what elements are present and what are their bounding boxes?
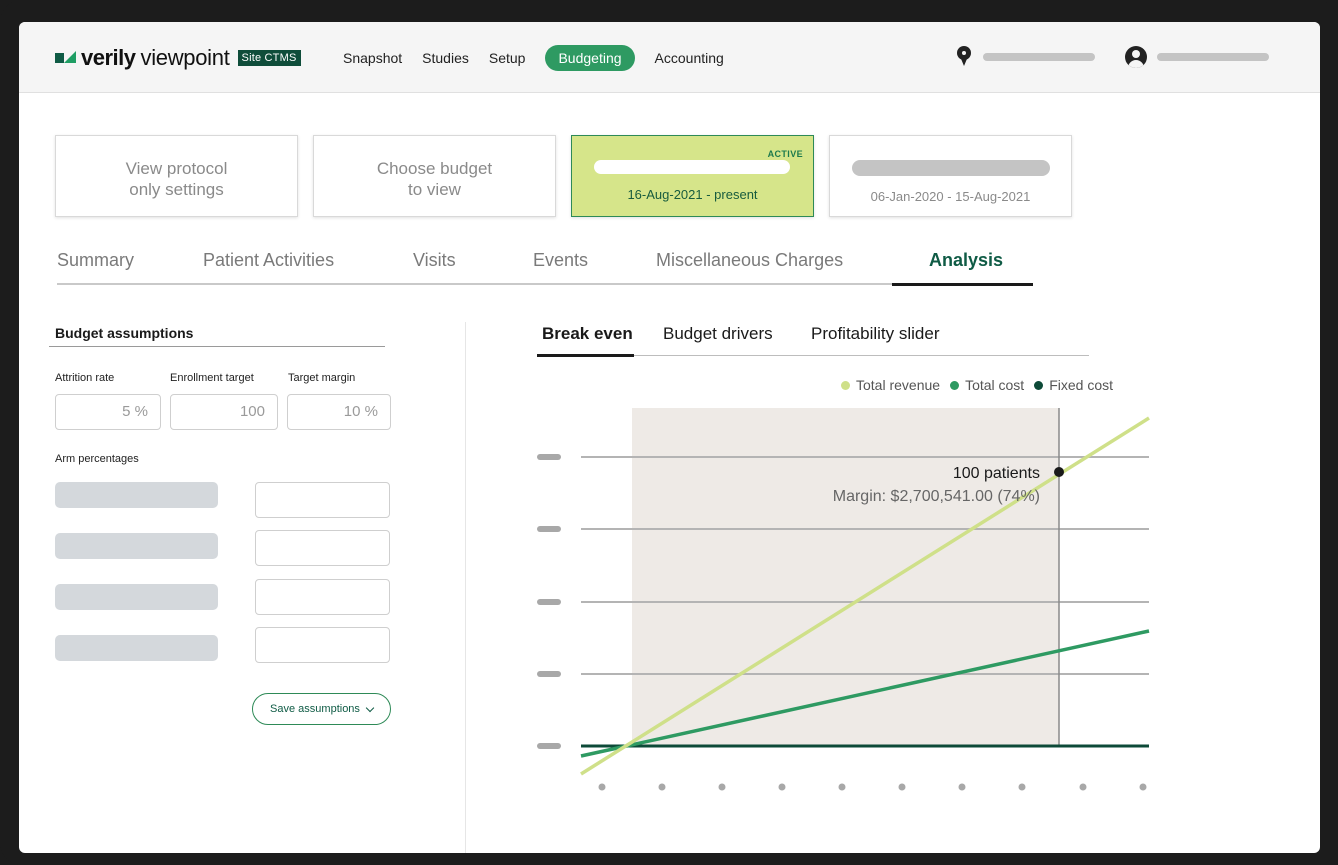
x-tick-placeholder — [1079, 783, 1087, 791]
x-tick-placeholder — [598, 783, 606, 791]
x-tick-placeholder — [658, 783, 666, 791]
y-tick-placeholder — [537, 743, 561, 749]
break-even-range-shade — [632, 408, 1059, 746]
y-axis-ticks — [537, 454, 561, 749]
y-tick-placeholder — [537, 599, 561, 605]
x-tick-placeholder — [958, 783, 966, 791]
break-even-chart: 100 patients Margin: $2,700,541.00 (74%) — [537, 408, 1150, 791]
x-tick-placeholder — [718, 783, 726, 791]
y-tick-placeholder — [537, 526, 561, 532]
app-screen: verily viewpoint Site CTMS Snapshot Stud… — [19, 22, 1320, 853]
y-tick-placeholder — [537, 671, 561, 677]
x-tick-placeholder — [778, 783, 786, 791]
annotation-title: 100 patients — [953, 465, 1040, 482]
x-tick-placeholder — [1018, 783, 1026, 791]
x-tick-placeholder — [1139, 783, 1147, 791]
break-even-marker-point[interactable] — [1054, 467, 1064, 477]
x-tick-placeholder — [838, 783, 846, 791]
device-frame: verily viewpoint Site CTMS Snapshot Stud… — [0, 0, 1338, 865]
x-axis-ticks — [598, 783, 1147, 791]
annotation-margin: Margin: $2,700,541.00 (74%) — [833, 488, 1040, 505]
y-tick-placeholder — [537, 454, 561, 460]
x-tick-placeholder — [898, 783, 906, 791]
